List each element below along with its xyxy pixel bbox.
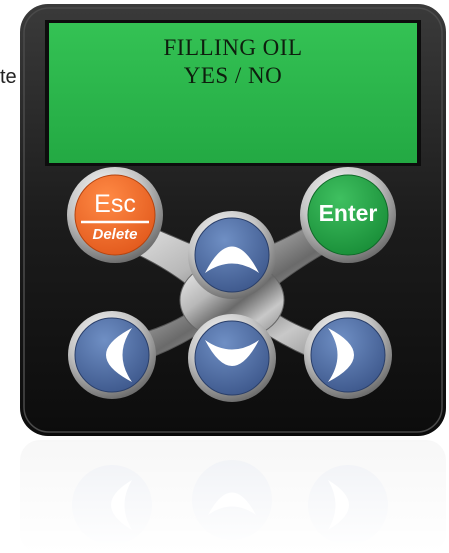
lcd-line-2: YES / NO [183, 63, 283, 88]
device-stage: te FILLING OIL YES / NO Esc Delete Enter [0, 0, 449, 553]
right-arrow-button[interactable] [304, 311, 392, 399]
down-arrow-button[interactable] [188, 314, 276, 402]
lcd-display-text: FILLING OIL YES / NO [52, 34, 414, 90]
left-arrow-button[interactable] [68, 311, 156, 399]
esc-delete-button[interactable] [67, 167, 163, 263]
lcd-line-1: FILLING OIL [163, 35, 303, 60]
enter-button[interactable] [300, 167, 396, 263]
up-arrow-button[interactable] [188, 211, 276, 299]
